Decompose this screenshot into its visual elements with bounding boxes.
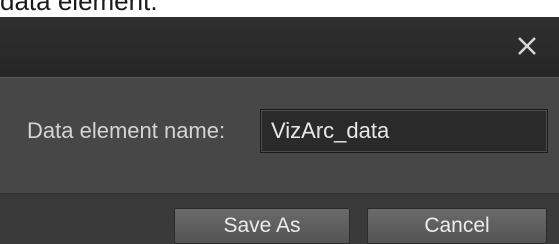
cancel-button[interactable]: Cancel	[367, 208, 547, 244]
dialog-titlebar	[0, 17, 559, 77]
save-as-button[interactable]: Save As	[174, 208, 350, 244]
page-caption: data element.	[0, 0, 158, 16]
dialog-footer: Save As Cancel	[0, 193, 559, 244]
data-element-name-input[interactable]	[260, 109, 548, 153]
dialog-body: Data element name:	[0, 77, 559, 194]
save-data-element-dialog: Data element name: Save As Cancel	[0, 17, 559, 244]
close-icon[interactable]	[512, 31, 542, 61]
data-element-name-label: Data element name:	[27, 118, 226, 143]
